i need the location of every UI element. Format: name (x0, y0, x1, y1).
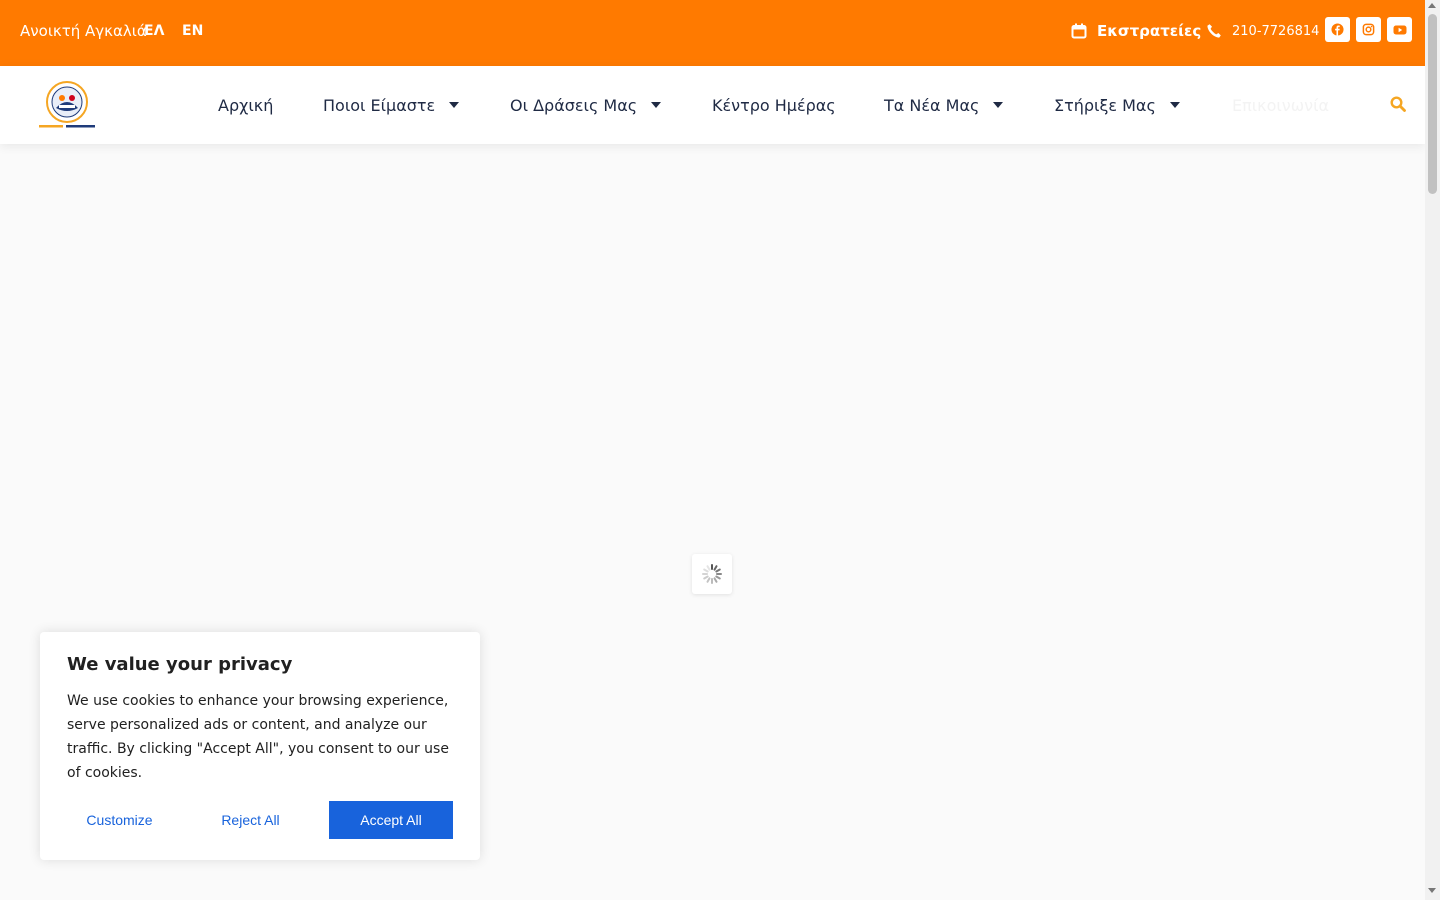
loading-spinner (692, 554, 732, 594)
top-bar: Ανοικτή Αγκαλιά ΕΛ EN Εκστρατείες 210-77… (0, 0, 1425, 66)
cookie-title: We value your privacy (67, 654, 293, 675)
nav-news-label: Τα Νέα Μας (884, 95, 980, 115)
language-el-link[interactable]: ΕΛ (144, 23, 164, 39)
calendar-icon (1071, 23, 1087, 39)
nav-who-label: Ποιοι Είμαστε (323, 95, 436, 115)
nav-home-label: Αρχική (218, 95, 274, 115)
phone-link[interactable]: 210-7726814 (1206, 20, 1319, 42)
phone-number: 210-7726814 (1232, 23, 1320, 39)
caret-down-icon (1169, 102, 1180, 108)
scroll-up-arrow-icon[interactable] (1428, 3, 1436, 8)
caret-down-icon (993, 102, 1004, 108)
search-button[interactable] (1381, 87, 1415, 121)
brand-name[interactable]: Ανοικτή Αγκαλιά (20, 22, 147, 40)
instagram-button[interactable] (1356, 17, 1381, 42)
cookie-description: We use cookies to enhance your browsing … (67, 693, 449, 781)
site-logo[interactable] (36, 78, 98, 132)
nav-actions-label: Οι Δράσεις Μας (510, 95, 638, 115)
main-navigation: Αρχική Ποιοι Είμαστε Οι Δράσεις Μας Κέντ… (0, 66, 1425, 144)
nav-item-support[interactable]: Στήριξε Μας (1054, 95, 1180, 115)
accept-all-button[interactable]: Accept All (329, 801, 453, 839)
reject-all-button[interactable]: Reject All (198, 801, 303, 839)
nav-support-label: Στήριξε Μας (1054, 95, 1156, 115)
nav-item-day-center[interactable]: Κέντρο Ημέρας (712, 95, 836, 115)
facebook-icon (1331, 23, 1344, 36)
nav-item-our-actions[interactable]: Οι Δράσεις Μας (510, 95, 662, 115)
nav-contact-label: Επικοινωνία (1232, 95, 1330, 115)
spinner-icon (702, 564, 722, 584)
nav-item-contact[interactable]: Επικοινωνία (1232, 95, 1329, 115)
caret-down-icon (449, 102, 460, 108)
youtube-icon (1393, 25, 1406, 34)
facebook-button[interactable] (1325, 17, 1350, 42)
youtube-button[interactable] (1387, 17, 1412, 42)
scroll-down-arrow-icon[interactable] (1428, 888, 1436, 893)
nav-item-news[interactable]: Τα Νέα Μας (884, 95, 1004, 115)
nav-item-who-we-are[interactable]: Ποιοι Είμαστε (323, 95, 460, 115)
phone-icon (1207, 24, 1221, 38)
instagram-icon (1362, 23, 1375, 36)
nav-item-home[interactable]: Αρχική (218, 95, 273, 115)
vertical-scrollbar[interactable] (1425, 0, 1440, 900)
caret-down-icon (651, 102, 662, 108)
campaigns-link[interactable]: Εκστρατείες (1071, 20, 1201, 42)
language-en-link[interactable]: EN (182, 23, 203, 39)
campaigns-label: Εκστρατείες (1097, 22, 1202, 40)
logo-emblem (39, 81, 95, 128)
scrollbar-thumb[interactable] (1428, 14, 1437, 194)
search-icon (1390, 96, 1406, 112)
cookie-consent-banner: We value your privacy We use cookies to … (40, 632, 480, 860)
nav-daycenter-label: Κέντρο Ημέρας (712, 95, 836, 115)
customize-button[interactable]: Customize (67, 801, 172, 839)
